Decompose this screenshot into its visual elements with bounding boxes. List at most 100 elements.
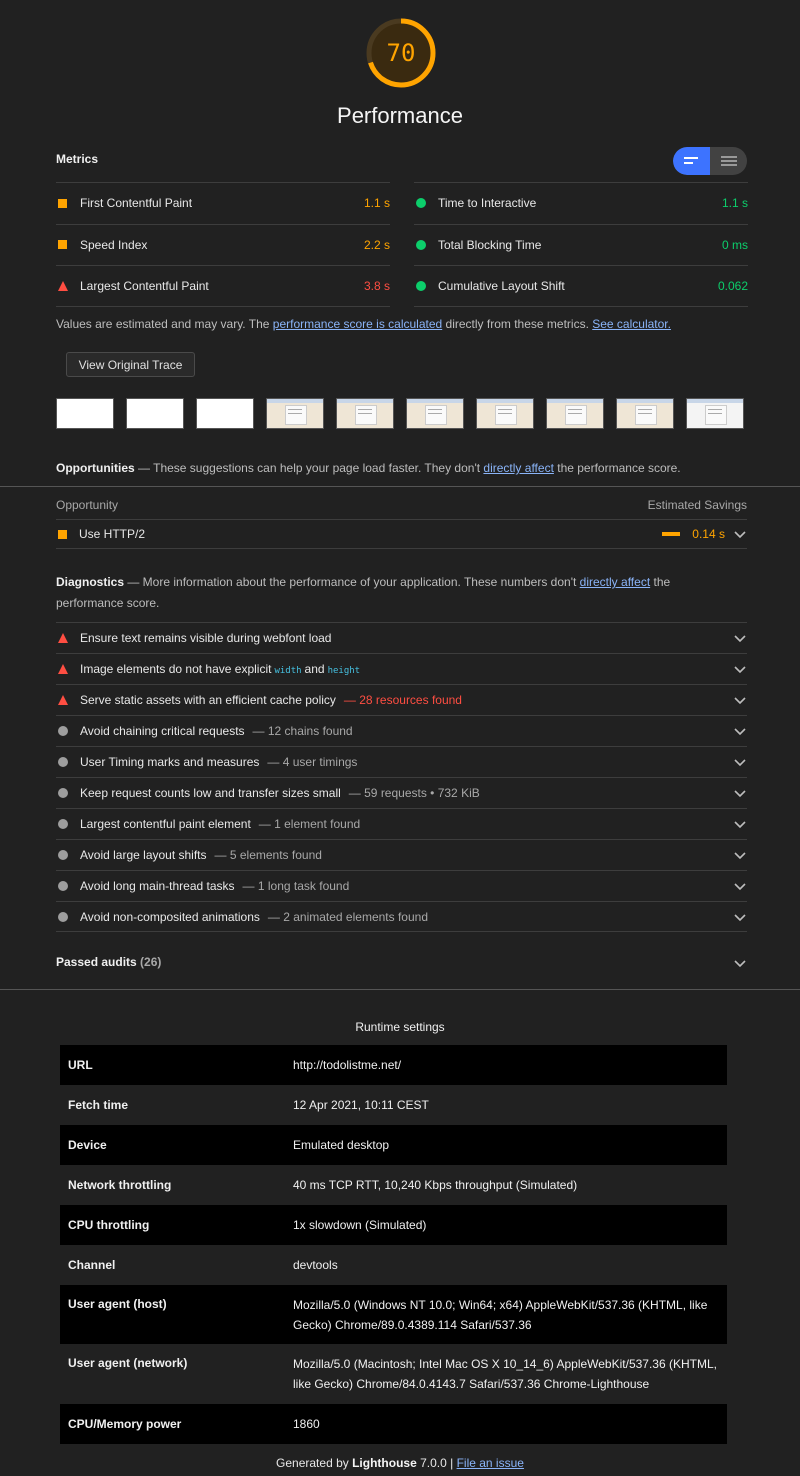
- footer-text: Generated by: [276, 1456, 353, 1470]
- savings-bar: [662, 532, 680, 536]
- diagnostic-item[interactable]: Avoid long main-thread tasks — 1 long ta…: [56, 870, 747, 901]
- opportunities-desc: the performance score.: [553, 461, 681, 475]
- setting-value: 1860: [293, 1417, 320, 1431]
- code-height: height: [327, 666, 361, 676]
- view-original-trace-button[interactable]: View Original Trace: [66, 352, 195, 377]
- diagnostic-item[interactable]: Image elements do not have explicit width…: [56, 653, 747, 684]
- category-title: Performance: [337, 103, 463, 128]
- diagnostic-detail: — 1 element found: [258, 817, 361, 831]
- metrics-right-column: Time to Interactive 1.1 s Total Blocking…: [414, 182, 748, 307]
- setting-value: Emulated desktop: [293, 1138, 390, 1152]
- chevron-down-icon[interactable]: [733, 848, 747, 862]
- code-width: width: [274, 666, 302, 676]
- chevron-down-icon[interactable]: [733, 786, 747, 800]
- diagnostic-item[interactable]: Avoid non-composited animations — 2 anim…: [56, 901, 747, 932]
- metric-label: Cumulative Layout Shift: [438, 278, 565, 293]
- diagnostic-label: Keep request counts low and transfer siz…: [80, 786, 341, 800]
- metric-value: 0 ms: [721, 237, 748, 252]
- diagnostic-label: Ensure text remains visible during webfo…: [80, 631, 332, 645]
- score-value: 70: [386, 39, 416, 67]
- table-row: User agent (host) Mozilla/5.0 (Windows NT…: [60, 1285, 727, 1344]
- red-triangle-icon: [58, 664, 68, 674]
- filmstrip-frame: [126, 398, 184, 429]
- diagnostic-label: User Timing marks and measures: [80, 755, 260, 769]
- setting-value: Mozilla/5.0 (Windows NT 10.0; Win64; x64…: [293, 1297, 708, 1332]
- diagnostic-item[interactable]: Serve static assets with an efficient ca…: [56, 684, 747, 715]
- diagnostics-list: Ensure text remains visible during webfo…: [56, 622, 747, 932]
- filmstrip-frame: [616, 398, 674, 429]
- opportunity-use-http2[interactable]: Use HTTP/2 0.14 s: [56, 519, 747, 549]
- diagnostic-detail: — 2 animated elements found: [267, 909, 428, 924]
- metrics-left-column: First Contentful Paint 1.1 s Speed Index…: [56, 182, 390, 307]
- red-triangle-icon: [58, 280, 68, 291]
- grey-circle-icon: [58, 850, 68, 860]
- section-divider: [0, 486, 800, 487]
- diagnostic-detail: — 28 resources found: [343, 693, 462, 707]
- runtime-settings-table: URL http://todolistme.net/ Fetch time 12 A…: [60, 1045, 727, 1444]
- filmstrip-frame: [476, 398, 534, 429]
- metric-row: Cumulative Layout Shift 0.062: [414, 265, 748, 307]
- diagnostic-item[interactable]: Avoid chaining critical requests — 12 ch…: [56, 715, 747, 746]
- chevron-down-icon[interactable]: [733, 910, 747, 924]
- filmstrip-frame: [266, 398, 324, 429]
- diagnostic-detail: — 1 long task found: [242, 879, 350, 893]
- directly-affect-link[interactable]: directly affect: [580, 575, 650, 589]
- chevron-down-icon[interactable]: [733, 631, 747, 645]
- metric-row: Largest Contentful Paint 3.8 s: [56, 265, 390, 307]
- green-circle-icon: [416, 280, 426, 291]
- chevron-down-icon[interactable]: [733, 755, 747, 769]
- diagnostic-detail: — 4 user timings: [267, 755, 358, 769]
- diagnostic-item[interactable]: Avoid large layout shifts — 5 elements f…: [56, 839, 747, 870]
- green-circle-icon: [416, 239, 426, 250]
- expanded-view-button[interactable]: [710, 147, 747, 175]
- diagnostics-desc: — More information about the performance…: [124, 575, 580, 589]
- diagnostic-item[interactable]: Largest contentful paint element — 1 ele…: [56, 808, 747, 839]
- chevron-down-icon[interactable]: [733, 693, 747, 707]
- chevron-down-icon[interactable]: [733, 879, 747, 893]
- filmstrip-frame: [686, 398, 744, 429]
- diagnostic-item[interactable]: User Timing marks and measures — 4 user …: [56, 746, 747, 777]
- setting-key: Network throttling: [68, 1178, 172, 1192]
- filmstrip: [56, 398, 744, 429]
- directly-affect-link[interactable]: directly affect: [483, 461, 553, 475]
- diagnostic-label-text: Image elements do not have explicit: [80, 662, 272, 676]
- file-an-issue-link[interactable]: File an issue: [457, 1456, 524, 1470]
- diagnostics-title: Diagnostics: [56, 575, 125, 589]
- diagnostic-label: Avoid long main-thread tasks: [80, 879, 235, 893]
- filmstrip-frame: [546, 398, 604, 429]
- passed-audits-toggle[interactable]: Passed audits (26): [56, 955, 161, 969]
- setting-value: 40 ms TCP RTT, 10,240 Kbps throughput (S…: [293, 1178, 578, 1192]
- score-calculated-link[interactable]: performance score is calculated: [273, 317, 442, 331]
- opportunity-column-header: Opportunity: [56, 498, 119, 512]
- see-calculator-link[interactable]: See calculator.: [592, 317, 671, 331]
- chevron-down-icon[interactable]: [733, 662, 747, 676]
- diagnostic-label: Serve static assets with an efficient ca…: [80, 693, 336, 707]
- diagnostic-item[interactable]: Keep request counts low and transfer siz…: [56, 777, 747, 808]
- report-footer: Generated by Lighthouse 7.0.0 | File an …: [0, 1456, 800, 1470]
- chevron-down-icon[interactable]: [733, 956, 747, 970]
- diagnostic-item[interactable]: Ensure text remains visible during webfo…: [56, 622, 747, 653]
- chevron-down-icon[interactable]: [733, 817, 747, 831]
- red-triangle-icon: [58, 695, 68, 705]
- condensed-view-button[interactable]: [673, 147, 710, 175]
- note-text: directly from these metrics.: [442, 317, 593, 331]
- opportunities-columns: Opportunity Estimated Savings: [56, 498, 747, 512]
- table-row: Fetch time 12 Apr 2021, 10:11 CEST: [60, 1085, 727, 1125]
- table-row: CPU throttling 1x slowdown (Simulated): [60, 1205, 727, 1245]
- chevron-down-icon[interactable]: [733, 527, 747, 541]
- table-row: Channel devtools: [60, 1245, 727, 1285]
- diagnostics-header: Diagnostics — More information about the…: [56, 572, 736, 614]
- filmstrip-frame: [336, 398, 394, 429]
- diagnostic-detail: — 5 elements found: [214, 848, 322, 862]
- grey-circle-icon: [58, 788, 68, 798]
- opportunities-title: Opportunities: [56, 461, 135, 475]
- diagnostic-label: Avoid non-composited animations: [80, 909, 260, 924]
- filmstrip-frame: [406, 398, 464, 429]
- chevron-down-icon[interactable]: [733, 724, 747, 738]
- metrics-view-toggle[interactable]: [673, 147, 747, 175]
- savings-column-header: Estimated Savings: [647, 498, 747, 512]
- setting-value: 1x slowdown (Simulated): [293, 1218, 427, 1232]
- filmstrip-frame: [56, 398, 114, 429]
- grey-circle-icon: [58, 757, 68, 767]
- metric-value: 3.8 s: [363, 278, 390, 293]
